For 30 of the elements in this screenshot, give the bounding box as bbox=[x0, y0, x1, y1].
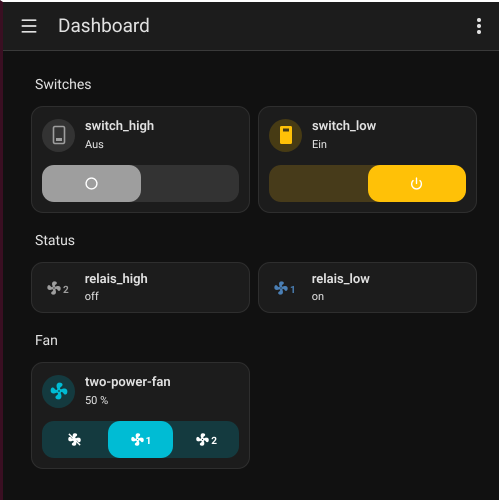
speed-digit: 2 bbox=[63, 286, 69, 296]
light-switch-icon bbox=[278, 125, 292, 145]
power-icon bbox=[410, 177, 424, 190]
entity-name: two-power-fan bbox=[85, 374, 171, 392]
section-heading: Status bbox=[35, 232, 76, 251]
entity-name: relais_low bbox=[312, 270, 370, 288]
toggle-control[interactable] bbox=[42, 165, 239, 202]
circle-icon bbox=[84, 177, 98, 190]
section-heading: Fan bbox=[35, 332, 59, 351]
entity-state: on bbox=[312, 289, 326, 305]
entity-name: relais_high bbox=[84, 270, 148, 288]
entity-state: Ein bbox=[312, 136, 328, 152]
entity-state: off bbox=[84, 289, 100, 305]
entity-name: switch_high bbox=[85, 118, 154, 136]
entity-state: Aus bbox=[85, 136, 105, 152]
more-icon bbox=[477, 18, 481, 34]
entity-name: switch_low bbox=[312, 118, 376, 136]
speed-digit: 2 bbox=[211, 437, 218, 447]
light-switch-icon bbox=[52, 125, 66, 145]
toggle-control[interactable] bbox=[269, 165, 466, 202]
section-heading: Switches bbox=[35, 76, 93, 95]
fan-icon bbox=[195, 432, 210, 447]
entity-state: 50 % bbox=[85, 392, 110, 408]
page-title: Dashboard bbox=[58, 12, 151, 39]
speed-digit: 1 bbox=[290, 286, 296, 296]
fan-icon bbox=[130, 432, 145, 447]
speed-digit: 1 bbox=[146, 437, 152, 447]
fan-off-icon bbox=[67, 432, 82, 447]
fan-icon bbox=[48, 381, 68, 401]
speed-option[interactable]: 2 bbox=[173, 421, 240, 458]
